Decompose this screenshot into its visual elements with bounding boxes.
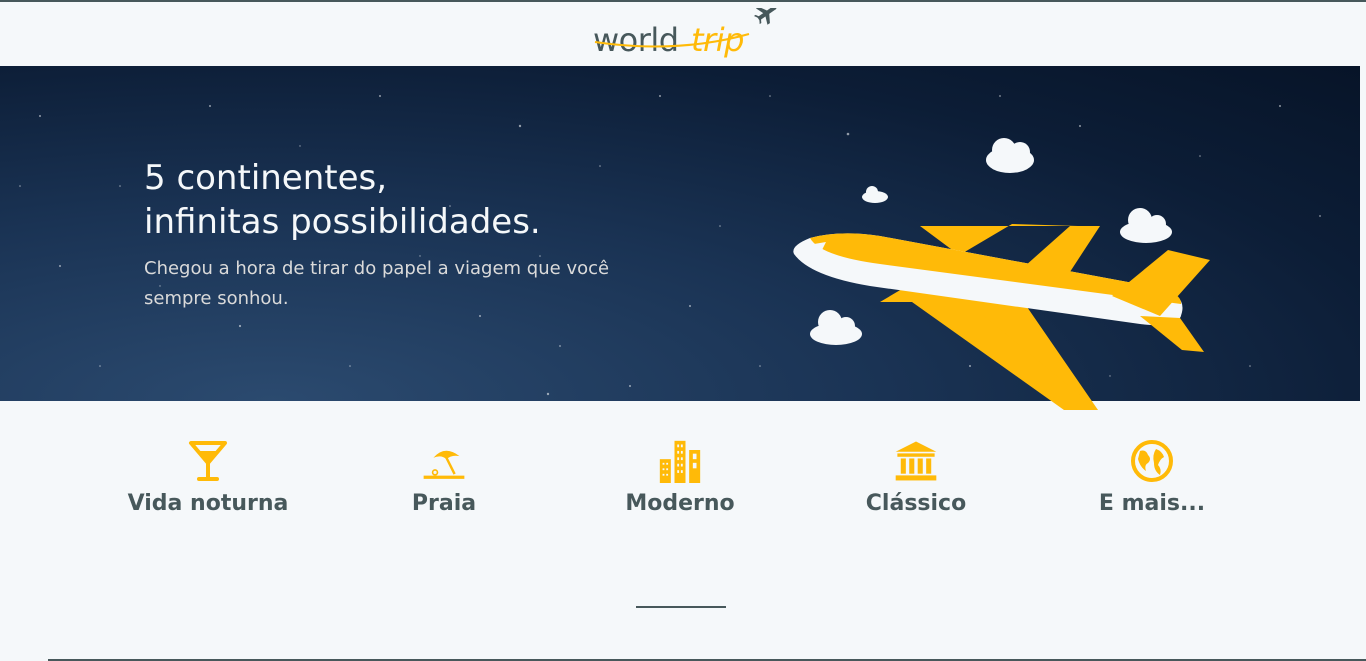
- travel-type-vida-noturna[interactable]: Vida noturna: [98, 436, 318, 516]
- logo-image: world trip: [593, 8, 777, 59]
- airplane-illustration: [793, 224, 1210, 410]
- museum-icon: [894, 436, 938, 486]
- worldtrip-logo[interactable]: world trip: [587, 8, 777, 60]
- beach-umbrella-icon: [422, 436, 466, 486]
- section-divider: [636, 606, 726, 608]
- buildings-icon: [658, 436, 702, 486]
- site-header: world trip: [0, 2, 1366, 66]
- travel-type-classico[interactable]: Clássico: [806, 436, 1026, 516]
- travel-type-label: E mais...: [1098, 491, 1206, 516]
- logo-word-trip: trip: [691, 21, 744, 59]
- travel-type-label: Moderno: [625, 491, 735, 516]
- travel-type-label: Vida noturna: [127, 491, 289, 516]
- travel-type-e-mais[interactable]: E mais...: [1042, 436, 1262, 516]
- airplane-icon: [753, 8, 777, 25]
- window-right-edge: [1360, 66, 1366, 401]
- logo-word-world: world: [593, 21, 679, 59]
- travel-type-praia[interactable]: Praia: [334, 436, 554, 516]
- travel-types-list: Vida noturna Praia Moderno Clássico E ma…: [0, 436, 1366, 536]
- travel-type-label: Praia: [411, 491, 477, 516]
- travel-type-label: Clássico: [865, 491, 967, 516]
- travel-type-moderno[interactable]: Moderno: [570, 436, 790, 516]
- cocktail-icon: [186, 436, 230, 486]
- globe-icon: [1130, 436, 1174, 486]
